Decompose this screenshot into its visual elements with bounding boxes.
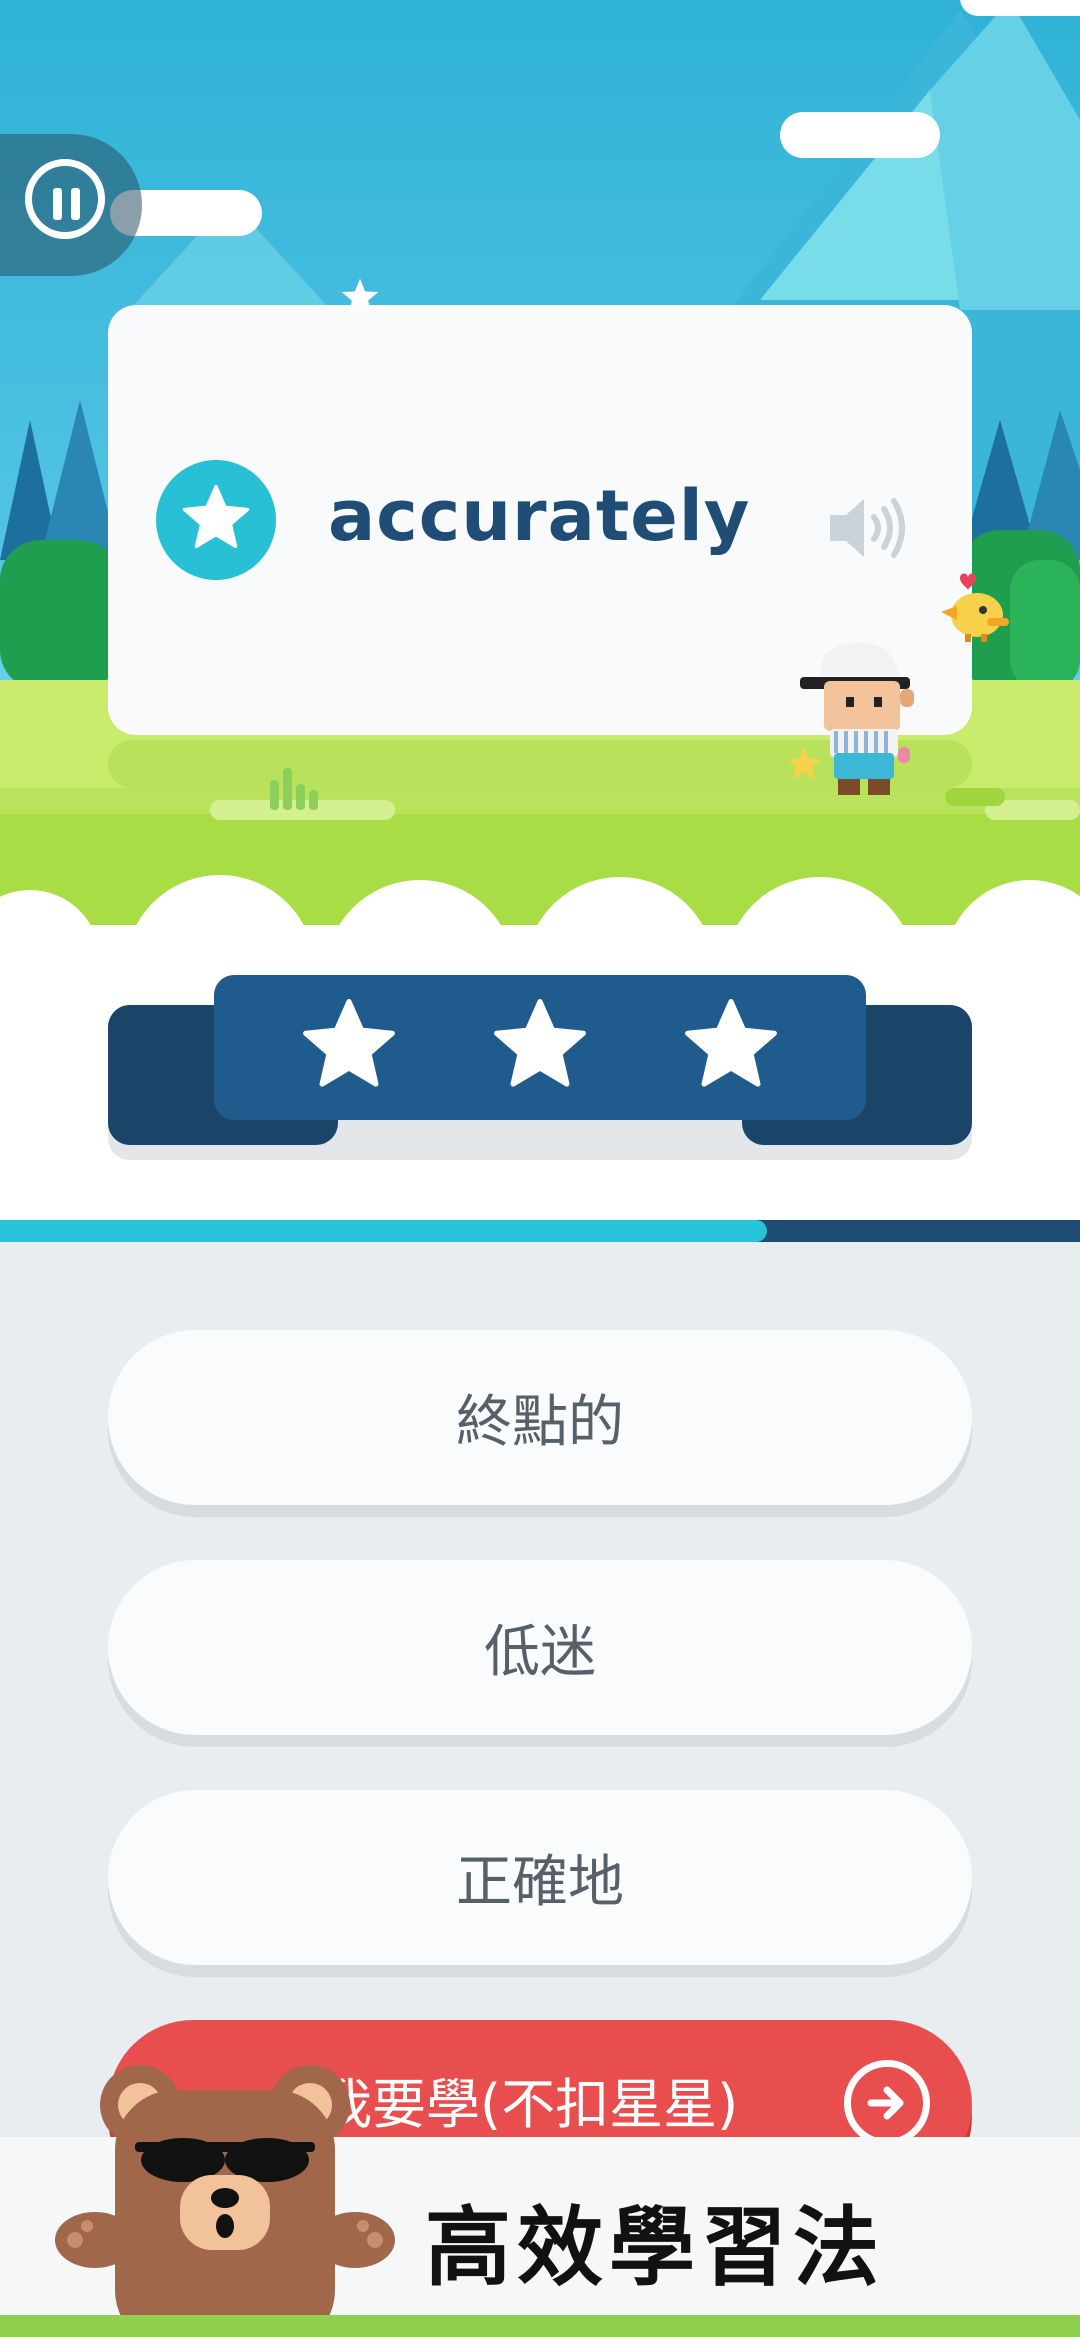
star-badge bbox=[156, 460, 276, 580]
star-rating-ribbon bbox=[108, 975, 972, 1160]
star-icon bbox=[303, 999, 395, 1087]
arrow-right-circle-icon bbox=[844, 2060, 930, 2146]
pause-icon bbox=[25, 159, 105, 239]
quiz-progress-bar bbox=[0, 1220, 1080, 1242]
cloud bbox=[960, 0, 1080, 16]
pause-button[interactable] bbox=[0, 134, 142, 276]
answer-option-2[interactable]: 低迷 bbox=[108, 1560, 972, 1735]
cloud bbox=[780, 112, 940, 158]
answer-option-1[interactable]: 終點的 bbox=[108, 1330, 972, 1505]
bear-mascot bbox=[55, 2065, 395, 2337]
speaker-icon[interactable] bbox=[826, 493, 906, 563]
answer-option-3[interactable]: 正確地 bbox=[108, 1790, 972, 1965]
star-icon bbox=[685, 999, 777, 1087]
star-icon bbox=[494, 999, 586, 1087]
bottom-strip bbox=[0, 2315, 1080, 2337]
quiz-progress-fill bbox=[0, 1220, 767, 1242]
quiz-word: accurately bbox=[328, 475, 751, 557]
player-character bbox=[790, 643, 914, 795]
chick-character bbox=[941, 573, 1009, 642]
star-icon bbox=[182, 484, 250, 549]
ad-banner-text: 高效學習法 bbox=[425, 2198, 885, 2298]
